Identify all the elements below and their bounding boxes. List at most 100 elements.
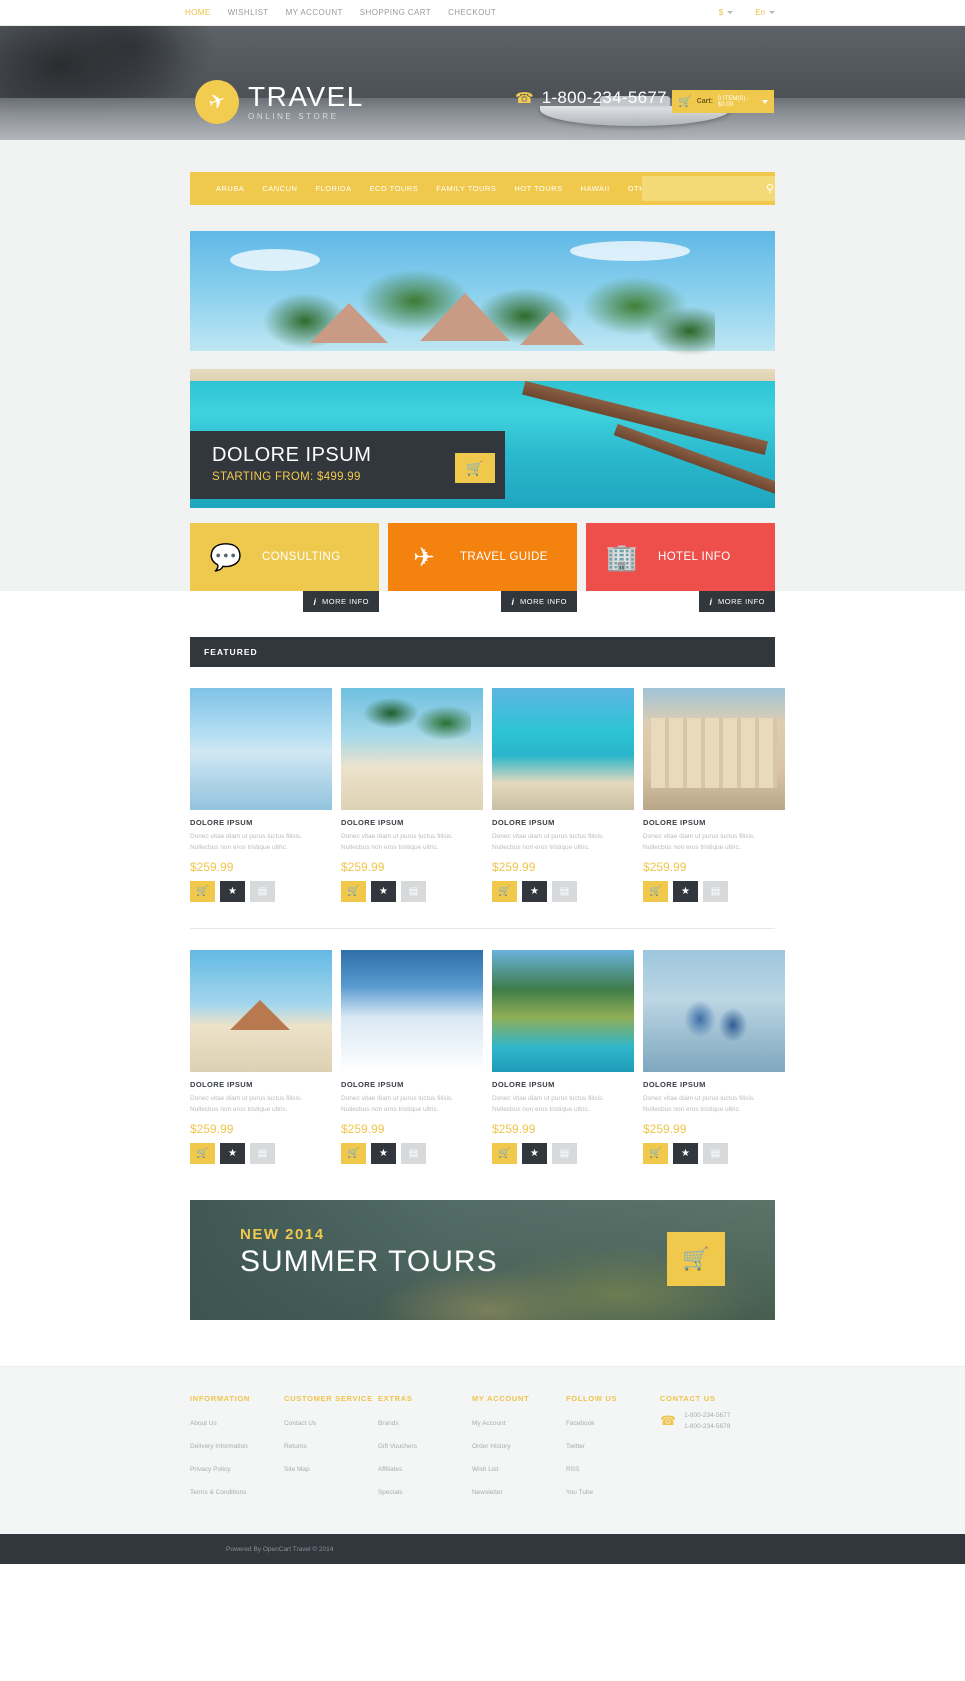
footer-link-my-account[interactable]: My Account — [472, 1420, 506, 1427]
more-info-button-consulting[interactable]: i MORE INFO — [303, 591, 379, 612]
hero-slider[interactable]: DOLORE IPSUM STARTING FROM: $499.99 🛒 — [190, 231, 775, 508]
more-info-button-travel-guide[interactable]: i MORE INFO — [501, 591, 577, 612]
product-card[interactable]: DOLORE IPSUM Donec vitae diam ut purus l… — [492, 688, 634, 902]
product-card[interactable]: DOLORE IPSUM Donec vitae diam ut purus l… — [341, 950, 483, 1164]
footer-link-site-map[interactable]: Site Map — [284, 1466, 310, 1473]
compare-button[interactable]: ▤ — [552, 881, 577, 902]
top-nav-wishlist[interactable]: WISHLIST — [228, 8, 269, 17]
footer-link-twitter[interactable]: Twitter — [566, 1443, 585, 1450]
product-description: Donec vitae diam ut purus luctus filisis… — [492, 833, 604, 851]
product-actions: 🛒 ★ ▤ — [492, 881, 634, 902]
featured-title: FEATURED — [204, 647, 258, 657]
compare-button[interactable]: ▤ — [401, 881, 426, 902]
top-bar: HOME WISHLIST MY ACCOUNT SHOPPING CART C… — [0, 0, 965, 26]
menu-item-eco-tours[interactable]: ECO TOURS — [369, 184, 418, 193]
hero-cart-button[interactable]: 🛒 — [455, 453, 495, 483]
add-to-wishlist-button[interactable]: ★ — [673, 881, 698, 902]
footer-link-terms-conditions[interactable]: Terms & Conditions — [190, 1489, 246, 1496]
compare-button[interactable]: ▤ — [703, 881, 728, 902]
product-card[interactable]: DOLORE IPSUM Donec vitae diam ut purus l… — [190, 950, 332, 1164]
compare-icon: ▤ — [710, 1148, 721, 1159]
footer-link-privacy-policy[interactable]: Privacy Policy — [190, 1466, 230, 1473]
add-to-cart-button[interactable]: 🛒 — [341, 1143, 366, 1164]
footer-link-returns[interactable]: Returns — [284, 1443, 307, 1450]
currency-label: $ — [718, 8, 724, 17]
compare-icon: ▤ — [257, 1148, 268, 1159]
add-to-wishlist-button[interactable]: ★ — [522, 1143, 547, 1164]
menu-item-hot-tours[interactable]: HOT TOURS — [514, 184, 562, 193]
compare-icon: ▤ — [257, 886, 268, 897]
menu-item-aruba[interactable]: ARUBA — [216, 184, 244, 193]
compare-button[interactable]: ▤ — [250, 1143, 275, 1164]
product-card[interactable]: DOLORE IPSUM Donec vitae diam ut purus l… — [643, 950, 785, 1164]
currency-selector[interactable]: $ — [718, 8, 734, 17]
footer-link-wish-list[interactable]: Wish List — [472, 1466, 498, 1473]
product-card[interactable]: DOLORE IPSUM Donec vitae diam ut purus l… — [190, 688, 332, 902]
info-icon: i — [313, 596, 316, 607]
add-to-cart-button[interactable]: 🛒 — [190, 1143, 215, 1164]
footer-link-brands[interactable]: Brands — [378, 1420, 399, 1427]
more-info-button-hotel-info[interactable]: i MORE INFO — [699, 591, 775, 612]
menu-item-cancun[interactable]: CANCUN — [262, 184, 297, 193]
footer-link-order-history[interactable]: Order History — [472, 1443, 511, 1450]
top-nav-my-account[interactable]: MY ACCOUNT — [286, 8, 343, 17]
language-selector[interactable]: En — [755, 8, 775, 17]
footer-link-about-us[interactable]: About Us — [190, 1420, 217, 1427]
footer-link-contact-us[interactable]: Contact Us — [284, 1420, 316, 1427]
add-to-wishlist-button[interactable]: ★ — [371, 1143, 396, 1164]
top-nav-shopping-cart[interactable]: SHOPPING CART — [360, 8, 431, 17]
add-to-wishlist-button[interactable]: ★ — [220, 881, 245, 902]
product-price: $259.99 — [643, 860, 687, 874]
footer-link-delivery-information[interactable]: Delivery Information — [190, 1443, 248, 1450]
menu-item-hawaii[interactable]: HAWAII — [581, 184, 610, 193]
service-box-consulting[interactable]: 💬 CONSULTING i MORE INFO — [190, 523, 379, 612]
add-to-wishlist-button[interactable]: ★ — [371, 881, 396, 902]
row-divider — [190, 928, 775, 929]
add-to-cart-button[interactable]: 🛒 — [492, 881, 517, 902]
top-nav-checkout[interactable]: CHECKOUT — [448, 8, 496, 17]
add-to-wishlist-button[interactable]: ★ — [673, 1143, 698, 1164]
footer-link-rss[interactable]: RSS — [566, 1466, 579, 1473]
product-price: $259.99 — [643, 1122, 687, 1136]
footer-link-affiliates[interactable]: Affiliates — [378, 1466, 402, 1473]
search-input[interactable] — [642, 176, 766, 201]
search-icon[interactable]: ⚲ — [766, 182, 774, 195]
site-logo[interactable]: ✈ TRAVEL ONLINE STORE — [195, 80, 364, 124]
compare-button[interactable]: ▤ — [703, 1143, 728, 1164]
product-actions: 🛒 ★ ▤ — [190, 1143, 332, 1164]
add-to-cart-button[interactable]: 🛒 — [492, 1143, 517, 1164]
add-to-cart-button[interactable]: 🛒 — [341, 881, 366, 902]
summer-cart-button[interactable]: 🛒 — [667, 1232, 725, 1286]
menu-item-florida[interactable]: FLORIDA — [315, 184, 351, 193]
footer-link-newsletter[interactable]: Newsletter — [472, 1489, 503, 1496]
product-image — [341, 688, 483, 810]
copyright-text: Powered By OpenCart Travel © 2014 — [226, 1545, 334, 1553]
service-box-hotel-info[interactable]: 🏢 HOTEL INFO i MORE INFO — [586, 523, 775, 612]
add-to-wishlist-button[interactable]: ★ — [522, 881, 547, 902]
add-to-cart-button[interactable]: 🛒 — [643, 1143, 668, 1164]
product-name: DOLORE IPSUM — [341, 1080, 404, 1089]
product-card[interactable]: DOLORE IPSUM Donec vitae diam ut purus l… — [643, 688, 785, 902]
footer-columns: INFORMATION About Us Delivery Informatio… — [190, 1394, 775, 1504]
add-to-cart-button[interactable]: 🛒 — [190, 881, 215, 902]
footer-link-specials[interactable]: Specials — [378, 1489, 403, 1496]
footer-column-title: MY ACCOUNT — [471, 1394, 530, 1403]
add-to-wishlist-button[interactable]: ★ — [220, 1143, 245, 1164]
compare-button[interactable]: ▤ — [552, 1143, 577, 1164]
footer-link-facebook[interactable]: Facebook — [566, 1420, 595, 1427]
service-box-travel-guide[interactable]: ✈ TRAVEL GUIDE i MORE INFO — [388, 523, 577, 612]
footer-link-gift-vouchers[interactable]: Gift Vouchers — [378, 1443, 417, 1450]
summer-tours-banner[interactable]: NEW 2014 SUMMER TOURS 🛒 — [190, 1200, 775, 1320]
add-to-cart-button[interactable]: 🛒 — [643, 881, 668, 902]
compare-button[interactable]: ▤ — [250, 881, 275, 902]
shopping-cart-icon: 🛒 — [682, 1246, 710, 1271]
menu-item-family-tours[interactable]: FAMILY TOURS — [436, 184, 496, 193]
top-nav-home[interactable]: HOME — [185, 8, 211, 17]
footer-link-youtube[interactable]: You Tube — [566, 1489, 593, 1496]
product-description: Donec vitae diam ut purus luctus filisis… — [341, 833, 453, 851]
product-card[interactable]: DOLORE IPSUM Donec vitae diam ut purus l… — [341, 688, 483, 902]
compare-button[interactable]: ▤ — [401, 1143, 426, 1164]
shopping-cart-icon: 🛒 — [466, 459, 484, 476]
cart-button[interactable]: 🛒 Cart: 0 ITEM(S) - $0.00 — [672, 90, 774, 113]
product-card[interactable]: DOLORE IPSUM Donec vitae diam ut purus l… — [492, 950, 634, 1164]
